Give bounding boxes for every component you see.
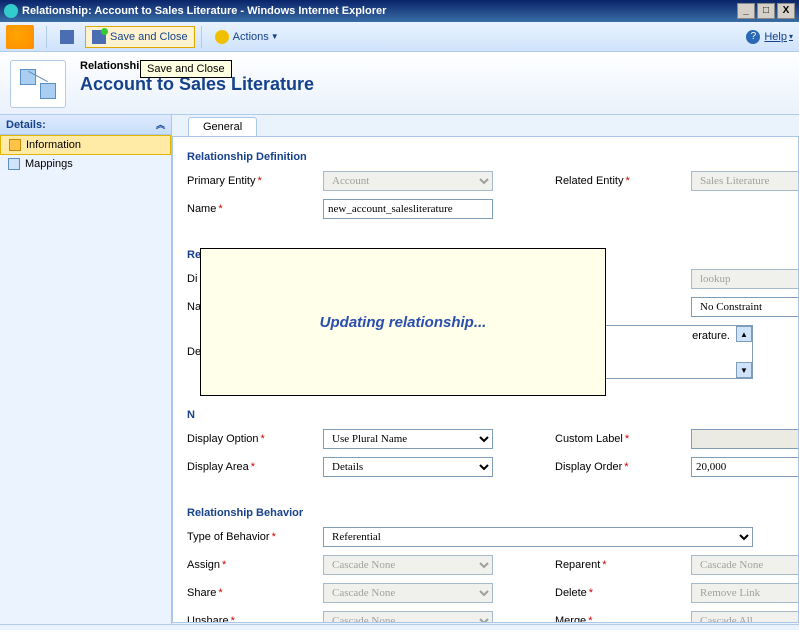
tooltip-save-close: Save and Close (140, 60, 232, 78)
label-name: Name* (187, 203, 317, 215)
sidebar-item-mappings[interactable]: Mappings (0, 155, 171, 173)
attr-type-select[interactable]: lookup (691, 269, 799, 289)
primary-entity-select[interactable]: Account (323, 171, 493, 191)
info-icon (9, 139, 21, 151)
sidebar-item-label: Mappings (25, 158, 73, 170)
save-close-label: Save and Close (110, 31, 188, 43)
help-link[interactable]: ? Help ▾ (746, 30, 793, 44)
ie-icon (4, 4, 18, 18)
chevron-up-icon: ︽ (156, 118, 165, 131)
label-type-behavior: Type of Behavior* (187, 531, 317, 543)
sidebar-item-information[interactable]: Information (0, 135, 171, 155)
label-assign: Assign* (187, 559, 317, 571)
label-share: Share* (187, 587, 317, 599)
label-display-area: Display Area* (187, 461, 317, 473)
modal-text: Updating relationship... (320, 314, 487, 331)
app-logo (6, 25, 34, 49)
sidebar-header[interactable]: Details: ︽ (0, 115, 171, 135)
sidebar-title: Details: (6, 119, 46, 131)
scroll-down-button[interactable]: ▼ (736, 362, 752, 378)
related-entity-select[interactable]: Sales Literature (691, 171, 799, 191)
save-button[interactable] (53, 26, 85, 48)
entity-header: Relationship Account to Sales Literature (0, 52, 799, 115)
label-display-order: Display Order* (555, 461, 685, 473)
label-related-entity: Related Entity* (555, 175, 685, 187)
gear-icon (215, 30, 229, 44)
label-reparent: Reparent* (555, 559, 685, 571)
section-relationship-definition: Relationship Definition (187, 151, 784, 163)
desc-fragment: erature. (692, 330, 730, 342)
chevron-down-icon: ▼ (271, 32, 279, 41)
custom-label-input[interactable] (691, 429, 799, 449)
section-nav-partial: N (187, 409, 799, 421)
label-delete: Delete* (555, 587, 685, 599)
help-label: Help (764, 31, 787, 43)
unshare-select[interactable]: Cascade None (323, 611, 493, 623)
assign-select[interactable]: Cascade None (323, 555, 493, 575)
entity-icon-box (10, 60, 66, 108)
label-merge: Merge* (555, 615, 685, 623)
disk-icon (60, 30, 74, 44)
display-option-select[interactable]: Use Plural Name (323, 429, 493, 449)
updating-modal: Updating relationship... (200, 248, 606, 396)
actions-menu[interactable]: Actions ▼ (208, 26, 286, 48)
window-titlebar: Relationship: Account to Sales Literatur… (0, 0, 799, 22)
label-custom-label: Custom Label* (555, 433, 685, 445)
window-maximize[interactable]: □ (757, 3, 775, 19)
label-unshare: Unshare* (187, 615, 317, 623)
window-minimize[interactable]: _ (737, 3, 755, 19)
name-input[interactable] (323, 199, 493, 219)
tab-general[interactable]: General (188, 117, 257, 136)
scroll-up-button[interactable]: ▲ (736, 326, 752, 342)
mapping-icon (8, 158, 20, 170)
window-title: Relationship: Account to Sales Literatur… (22, 5, 737, 17)
help-icon: ? (746, 30, 760, 44)
disk-check-icon (92, 30, 106, 44)
sidebar: Details: ︽ Information Mappings (0, 115, 172, 624)
sidebar-item-label: Information (26, 139, 81, 151)
relationship-icon (20, 69, 56, 99)
type-behavior-select[interactable]: Referential (323, 527, 753, 547)
actions-label: Actions (233, 31, 269, 43)
display-area-select[interactable]: Details (323, 457, 493, 477)
label-primary-entity: Primary Entity* (187, 175, 317, 187)
tabstrip: General (172, 117, 799, 136)
merge-select[interactable]: Cascade All (691, 611, 799, 623)
save-and-close-button[interactable]: Save and Close (85, 26, 195, 48)
delete-select[interactable]: Remove Link (691, 583, 799, 603)
chevron-down-icon: ▾ (789, 32, 793, 41)
window-close[interactable]: X (777, 3, 795, 19)
toolbar: Save and Close Actions ▼ ? Help ▾ (0, 22, 799, 52)
share-select[interactable]: Cascade None (323, 583, 493, 603)
attr-constraint-select[interactable]: No Constraint (691, 297, 799, 317)
footer-spacer (0, 624, 799, 630)
label-display-option: Display Option* (187, 433, 317, 445)
reparent-select[interactable]: Cascade None (691, 555, 799, 575)
section-relationship-behavior: Relationship Behavior (187, 507, 799, 519)
display-order-input[interactable] (691, 457, 799, 477)
